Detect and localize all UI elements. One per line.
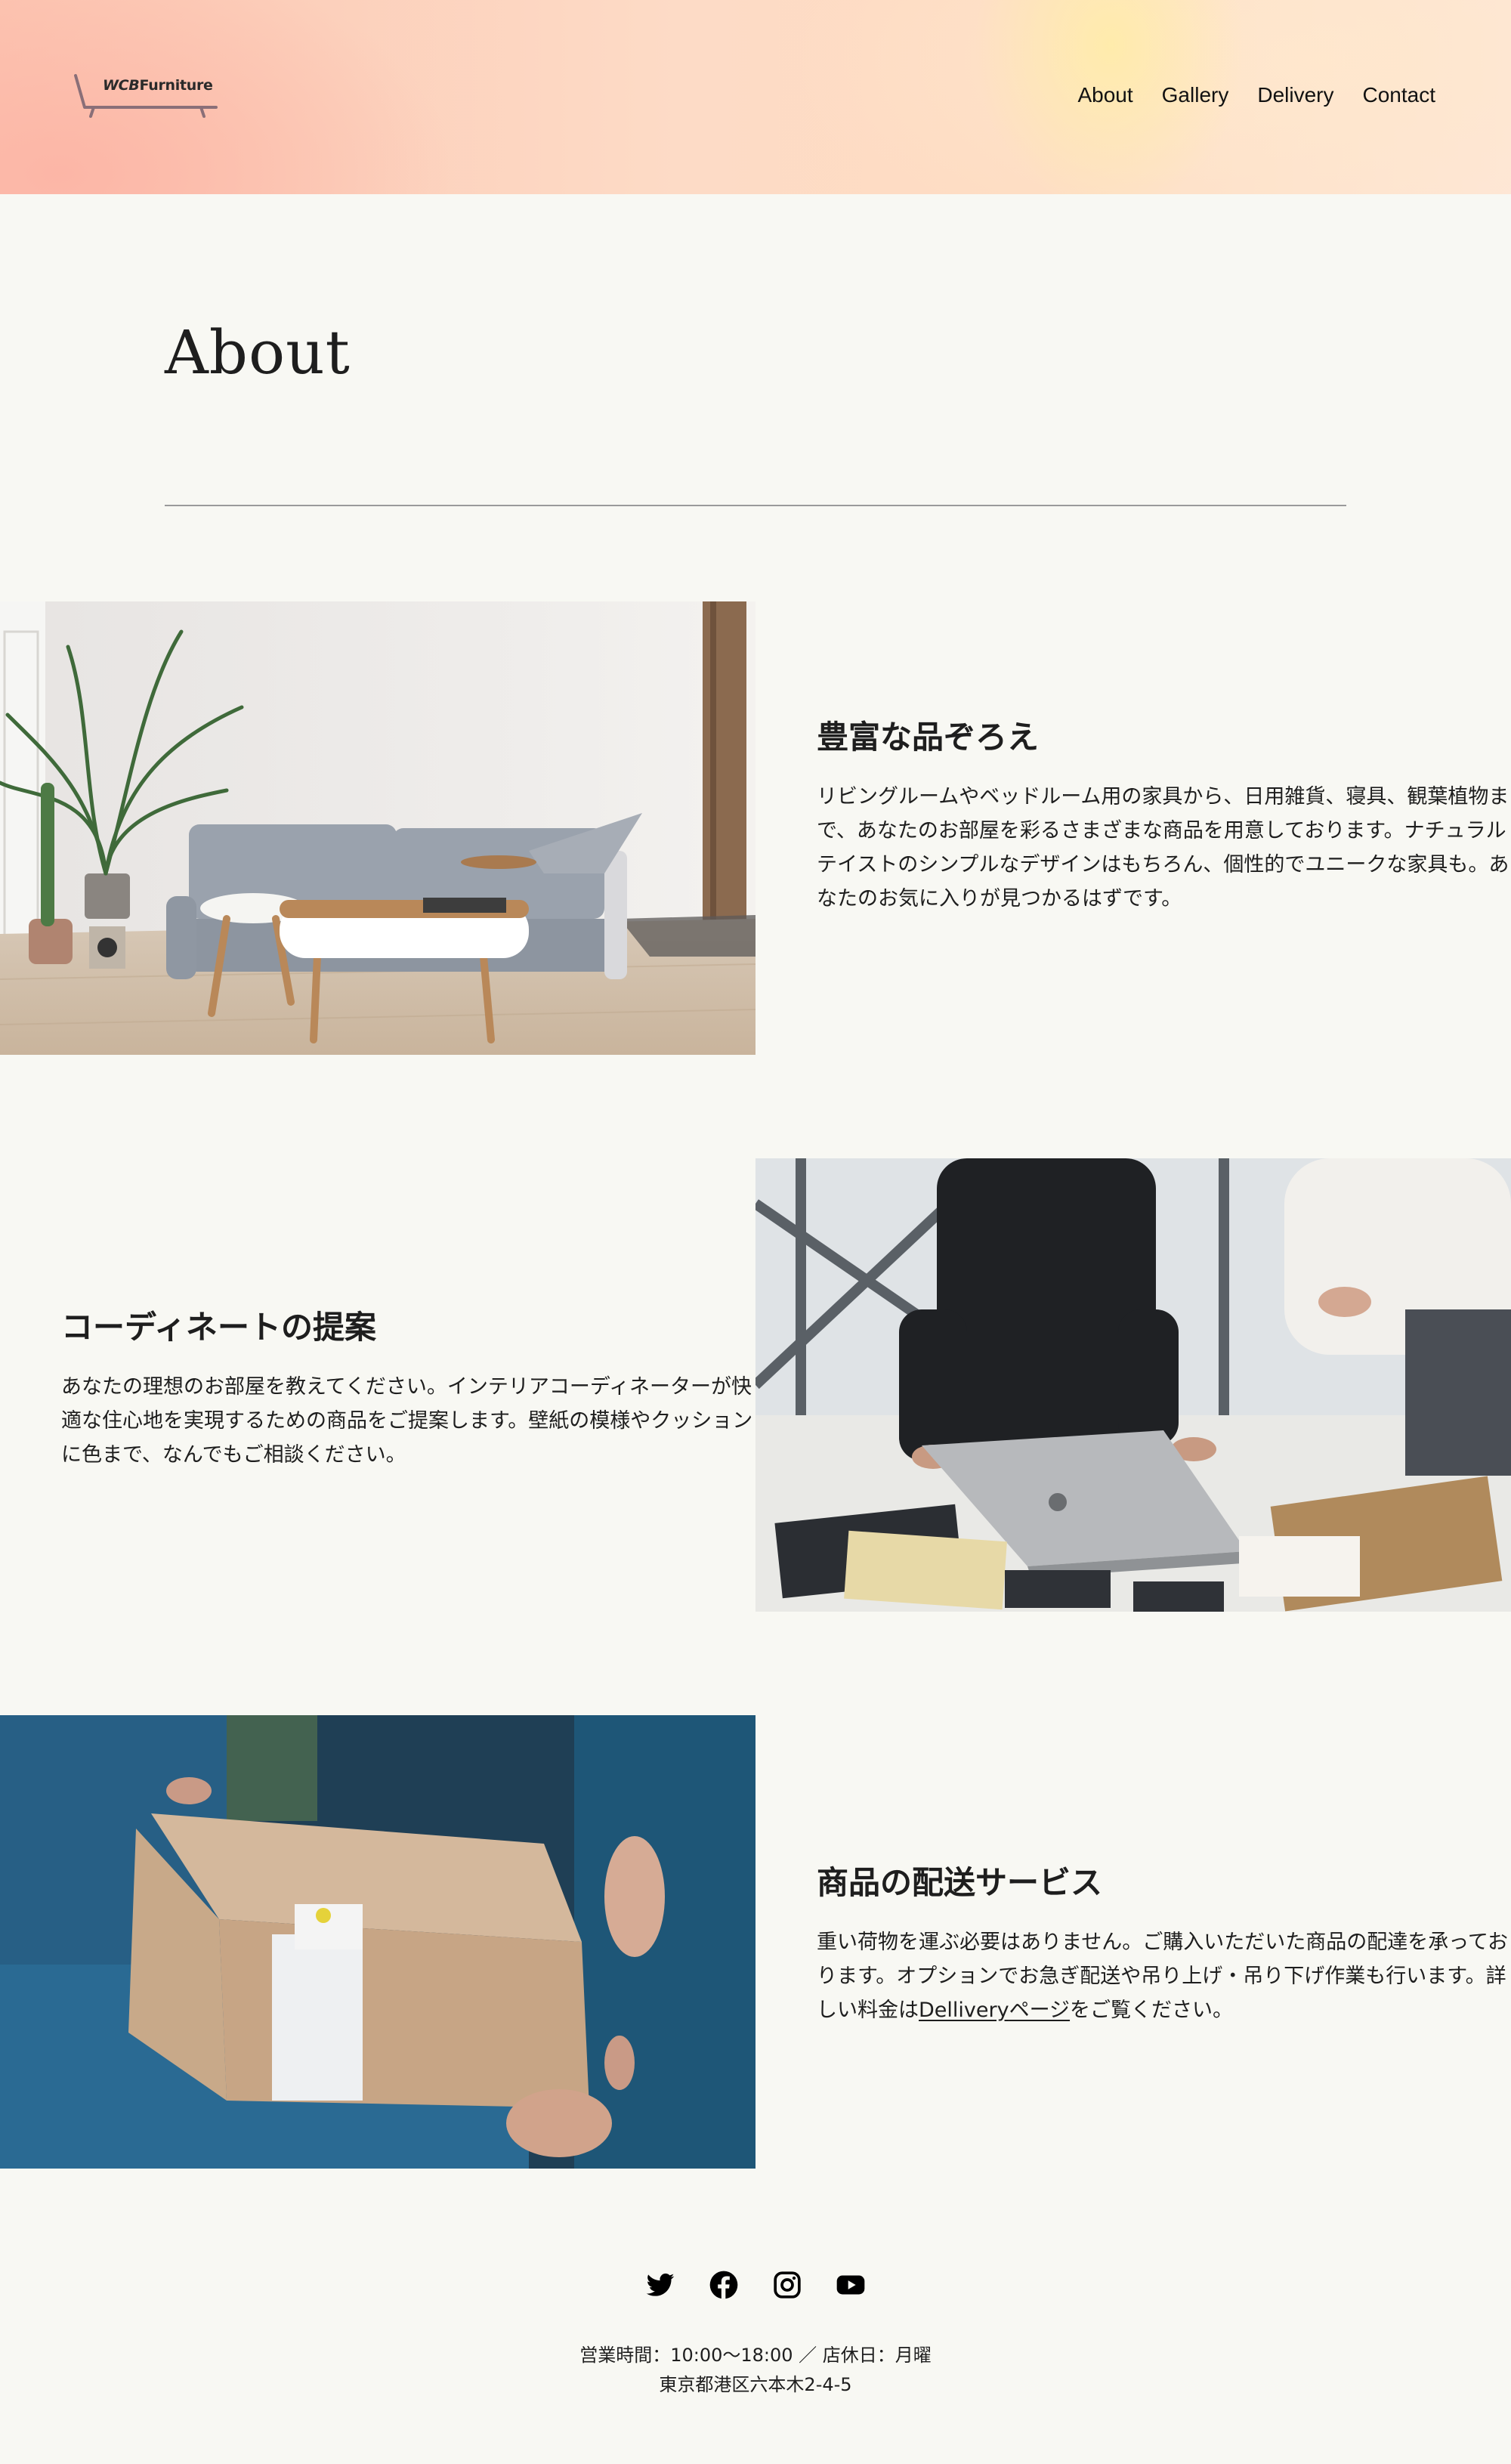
package-delivery-photo [0, 1715, 756, 2169]
section-heading-assortment: 豊富な品ぞろえ [817, 719, 1040, 756]
nav-about[interactable]: About [1077, 83, 1132, 107]
site-header: WCBFurniture About Gallery Delivery Cont… [0, 0, 1511, 194]
main-nav: About Gallery Delivery Contact [1077, 83, 1435, 107]
delivery-text-after: をご覧ください。 [1070, 1999, 1234, 2022]
page-title: About [165, 317, 351, 388]
twitter-icon[interactable] [645, 2270, 675, 2300]
delivery-page-link[interactable]: Delliveryページ [919, 1999, 1070, 2022]
nav-gallery[interactable]: Gallery [1162, 83, 1229, 107]
section-text-delivery: 重い荷物を運ぶ必要はありません。ご購入いただいた商品の配達を承っております。オプ… [817, 1925, 1511, 2027]
nav-delivery[interactable]: Delivery [1257, 83, 1333, 107]
section-heading-delivery: 商品の配送サービス [817, 1864, 1103, 1901]
interior-coordination-photo [756, 1158, 1511, 1612]
title-divider [165, 505, 1346, 506]
youtube-icon[interactable] [836, 2270, 866, 2300]
business-hours: 営業時間：10:00〜18:00 ／ 店休日：月曜 [579, 2345, 932, 2366]
logo-text: WCBFurniture [103, 77, 213, 94]
delivery-link-suffix: ページ [1009, 1999, 1071, 2022]
site-logo[interactable]: WCBFurniture [74, 74, 219, 122]
store-address: 東京都港区六本木2-4-5 [659, 2374, 852, 2395]
living-room-sofa-photo [0, 601, 756, 1055]
section-text-assortment: リビングルームやベッドルーム用の家具から、日用雑貨、寝具、観葉植物まで、あなたの… [817, 785, 1509, 910]
section-heading-coordination: コーディネートの提案 [61, 1309, 377, 1346]
social-links [0, 2270, 1511, 2300]
nav-contact[interactable]: Contact [1363, 83, 1436, 107]
facebook-icon[interactable] [709, 2270, 739, 2300]
section-text-coordination: あなたの理想のお部屋を教えてください。インテリアコーディネーターが快適な住心地を… [61, 1375, 753, 1467]
delivery-link-text: Dellivery [919, 1999, 1009, 2022]
instagram-icon[interactable] [772, 2270, 802, 2300]
